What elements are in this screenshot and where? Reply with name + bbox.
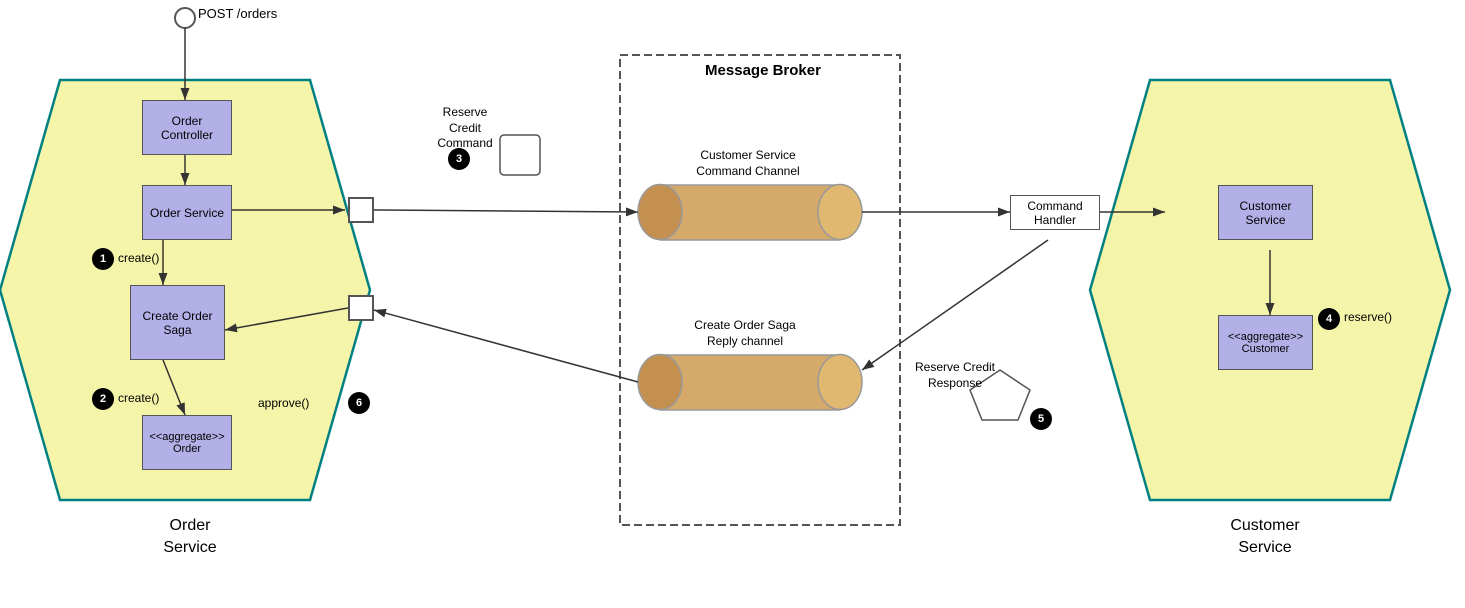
step-6-label: approve(): [258, 396, 309, 410]
step-6-circle: 6: [348, 392, 370, 414]
step-1-circle: 1: [92, 248, 114, 270]
create-order-saga-box: Create Order Saga: [130, 285, 225, 360]
reply-channel-cylinder-right: [818, 355, 862, 410]
customer-service-hexagon: [1090, 80, 1450, 500]
arrow-reply-to-square-bottom: [374, 310, 638, 382]
step-4-label: reserve(): [1344, 310, 1392, 324]
reply-channel-cylinder-left: [638, 355, 682, 410]
step-3-label: Reserve CreditCommand: [430, 105, 500, 152]
start-circle: [175, 8, 195, 28]
arrow-handler-to-reply: [862, 240, 1048, 370]
command-handler-box: Command Handler: [1010, 195, 1100, 230]
message-broker-box: [620, 55, 900, 525]
command-channel-cylinder-body: [660, 185, 840, 240]
post-orders-label: POST /orders: [198, 6, 277, 21]
customer-service-footer-label: CustomerService: [1155, 515, 1375, 560]
customer-service-inner-box: CustomerService: [1218, 185, 1313, 240]
step-2-circle: 2: [92, 388, 114, 410]
reply-channel-cylinder-body: [660, 355, 840, 410]
order-aggregate-box: <<aggregate>>Order: [142, 415, 232, 470]
customer-aggregate-box: <<aggregate>>Customer: [1218, 315, 1313, 370]
reserve-credit-command-shape: [500, 135, 540, 175]
step-1-label: create(): [118, 251, 159, 265]
order-service-box: Order Service: [142, 185, 232, 240]
step-5-label: Reserve CreditResponse: [895, 360, 1015, 391]
arrow-square-bottom-to-saga: [225, 308, 348, 330]
order-service-footer-label: OrderService: [80, 515, 300, 560]
small-square-bottom: [348, 295, 374, 321]
command-channel-label: Customer ServiceCommand Channel: [648, 148, 848, 179]
message-broker-label: Message Broker: [633, 62, 893, 79]
order-controller-box: Order Controller: [142, 100, 232, 155]
command-channel-cylinder-left: [638, 185, 682, 240]
small-square-top: [348, 197, 374, 223]
step-2-label: create(): [118, 391, 159, 405]
step-5-circle: 5: [1030, 408, 1052, 430]
arrow-square-to-channel: [374, 210, 638, 212]
step-4-circle: 4: [1318, 308, 1340, 330]
command-channel-cylinder-right: [818, 185, 862, 240]
reply-channel-label: Create Order SagaReply channel: [640, 318, 850, 349]
arrow-saga-to-order: [163, 360, 185, 415]
